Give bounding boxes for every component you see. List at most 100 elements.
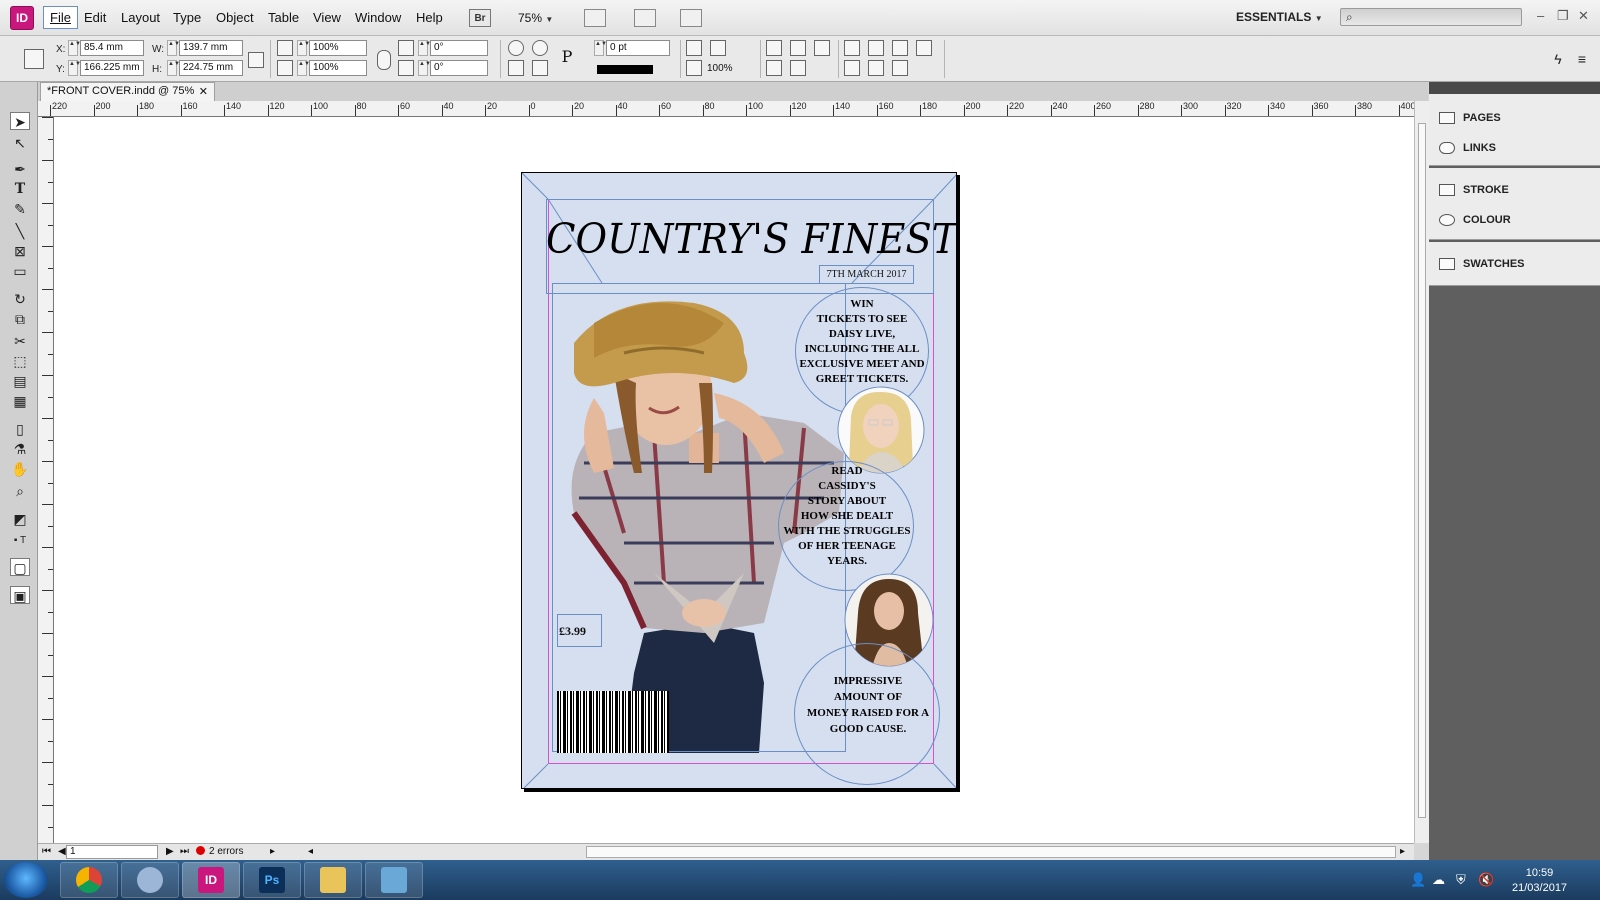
- effects-fx-icon[interactable]: [710, 40, 726, 56]
- y-field[interactable]: 166.225 mm: [80, 60, 144, 76]
- page-number-field[interactable]: 1: [66, 845, 158, 859]
- free-transform-tool-icon[interactable]: ⬚: [10, 352, 30, 370]
- links-panel-tab[interactable]: LINKS: [1439, 142, 1496, 155]
- shear-stepper[interactable]: ▲▼: [418, 60, 431, 76]
- stroke-weight-stepper[interactable]: ▲▼: [594, 40, 607, 56]
- fit-frame-icon[interactable]: [790, 40, 806, 56]
- center-content-icon[interactable]: [814, 40, 830, 56]
- flip-vertical-icon[interactable]: [532, 60, 548, 76]
- chrome-taskbar-button[interactable]: [60, 862, 118, 898]
- scroll-left-icon[interactable]: ◂: [308, 846, 313, 857]
- drop-shadow-icon[interactable]: [686, 40, 702, 56]
- shield-tray-icon[interactable]: ⛨: [1456, 872, 1466, 888]
- system-clock[interactable]: 10:59 21/03/2017: [1512, 866, 1567, 896]
- scale-x-stepper[interactable]: ▲▼: [297, 40, 310, 56]
- vertical-scroll-thumb[interactable]: [1418, 123, 1426, 818]
- preflight-menu-icon[interactable]: ▸: [270, 846, 275, 857]
- masthead-title[interactable]: COUNTRY'S FINEST: [546, 215, 956, 263]
- cloud-tray-icon[interactable]: ☁: [1432, 872, 1445, 888]
- screen-mode-button[interactable]: [634, 9, 656, 27]
- menu-object[interactable]: Object: [216, 10, 254, 25]
- rotate-cw-icon[interactable]: [508, 40, 524, 56]
- scissors-tool-icon[interactable]: ✂: [10, 332, 30, 350]
- align-right-icon[interactable]: [892, 40, 908, 56]
- photoshop-taskbar-button[interactable]: Ps: [243, 862, 301, 898]
- menu-view[interactable]: View: [313, 10, 341, 25]
- panel-dock-header[interactable]: [1429, 82, 1600, 94]
- eyedropper-tool-icon[interactable]: ⚗: [10, 440, 30, 458]
- indesign-taskbar-button[interactable]: ID: [182, 862, 240, 898]
- h-field[interactable]: 224.75 mm: [179, 60, 243, 76]
- normal-view-icon[interactable]: ▢: [10, 558, 30, 576]
- menu-table[interactable]: Table: [268, 10, 299, 25]
- menu-type[interactable]: Type: [173, 10, 201, 25]
- flip-horizontal-icon[interactable]: [508, 60, 524, 76]
- align-top-icon[interactable]: [844, 60, 860, 76]
- x-field[interactable]: 85.4 mm: [80, 40, 144, 56]
- menu-help[interactable]: Help: [416, 10, 443, 25]
- type-tool-icon[interactable]: T: [10, 180, 30, 198]
- document-tab[interactable]: *FRONT COVER.indd @ 75% ✕: [40, 82, 215, 101]
- scroll-right-icon[interactable]: ▸: [1400, 846, 1405, 857]
- w-field[interactable]: 139.7 mm: [179, 40, 243, 56]
- zoom-select[interactable]: 75% ▼: [518, 11, 553, 25]
- volume-muted-icon[interactable]: 🔇: [1478, 872, 1494, 888]
- align-bottom-icon[interactable]: [892, 60, 908, 76]
- x-stepper[interactable]: ▲▼: [68, 40, 81, 56]
- stroke-panel-tab[interactable]: STROKE: [1439, 184, 1509, 197]
- shear-field[interactable]: 0°: [430, 60, 488, 76]
- fit-content-icon[interactable]: [766, 40, 782, 56]
- last-page-icon[interactable]: ⏭: [180, 846, 189, 857]
- stroke-weight-field[interactable]: 0 pt: [606, 40, 670, 56]
- arrange-documents-button[interactable]: [680, 9, 702, 27]
- cover-line-2[interactable]: READ CASSIDY'S STORY ABOUT HOW SHE DEALT…: [777, 464, 917, 569]
- horizontal-ruler[interactable]: 220 200 180 160 140 120 100 80 60 40 20 0 20 40 60 80 10…: [38, 101, 1414, 117]
- preflight-status[interactable]: 2 errors: [196, 846, 243, 857]
- link-icon[interactable]: [377, 50, 391, 70]
- fill-frame-icon[interactable]: [766, 60, 782, 76]
- colour-panel-tab[interactable]: COLOUR: [1439, 214, 1511, 227]
- opacity-field[interactable]: 100%: [707, 63, 733, 74]
- hand-tool-icon[interactable]: ✋: [10, 460, 30, 478]
- rectangle-tool-icon[interactable]: ▭: [10, 262, 30, 280]
- issue-date[interactable]: 7TH MARCH 2017: [819, 265, 914, 284]
- panel-menu-icon[interactable]: ≡: [1572, 50, 1592, 68]
- h-stepper[interactable]: ▲▼: [167, 60, 180, 76]
- next-page-icon[interactable]: ▶: [166, 846, 174, 857]
- fill-stroke-icon[interactable]: ◩: [10, 510, 30, 528]
- user-taskbar-button[interactable]: [121, 862, 179, 898]
- bridge-button[interactable]: Br: [469, 9, 491, 27]
- vertical-ruler[interactable]: [38, 117, 54, 843]
- barcode-image[interactable]: [557, 691, 669, 753]
- direct-selection-tool-icon[interactable]: ↖: [10, 134, 30, 152]
- horizontal-scroll-thumb[interactable]: [586, 846, 1396, 858]
- formatting-affects-icon[interactable]: ▪ T: [10, 532, 30, 550]
- rotate-tool-icon[interactable]: ↻: [10, 290, 30, 308]
- rotate-field[interactable]: 0°: [430, 40, 488, 56]
- quick-apply-icon[interactable]: ϟ: [1548, 50, 1568, 68]
- user-tray-icon[interactable]: 👤: [1410, 872, 1426, 888]
- zoom-tool-icon[interactable]: ⌕: [10, 482, 30, 500]
- rectangle-frame-tool-icon[interactable]: ⊠: [10, 242, 30, 260]
- menu-file[interactable]: File: [43, 6, 78, 29]
- align-middle-icon[interactable]: [868, 60, 884, 76]
- close-button[interactable]: ✕: [1578, 8, 1589, 24]
- y-stepper[interactable]: ▲▼: [68, 60, 81, 76]
- restore-button[interactable]: ❐: [1557, 8, 1569, 24]
- line-tool-icon[interactable]: ╲: [10, 222, 30, 240]
- menu-layout[interactable]: Layout: [121, 10, 160, 25]
- vertical-scrollbar[interactable]: [1414, 101, 1429, 843]
- pen-tool-icon[interactable]: ✒: [10, 160, 30, 178]
- workspace-switcher[interactable]: ESSENTIALS ▼: [1236, 10, 1323, 24]
- start-button[interactable]: [4, 862, 48, 898]
- explorer-taskbar-button[interactable]: [304, 862, 362, 898]
- fit-proportionally-icon[interactable]: [790, 60, 806, 76]
- constrain-proportions-icon[interactable]: [248, 52, 264, 68]
- search-input[interactable]: ⌕: [1340, 8, 1522, 26]
- minimize-button[interactable]: –: [1537, 8, 1544, 23]
- close-tab-icon[interactable]: ✕: [199, 85, 208, 98]
- rotate-stepper[interactable]: ▲▼: [418, 40, 431, 56]
- scale-y-field[interactable]: 100%: [309, 60, 367, 76]
- align-center-icon[interactable]: [868, 40, 884, 56]
- pages-panel-tab[interactable]: PAGES: [1439, 112, 1501, 125]
